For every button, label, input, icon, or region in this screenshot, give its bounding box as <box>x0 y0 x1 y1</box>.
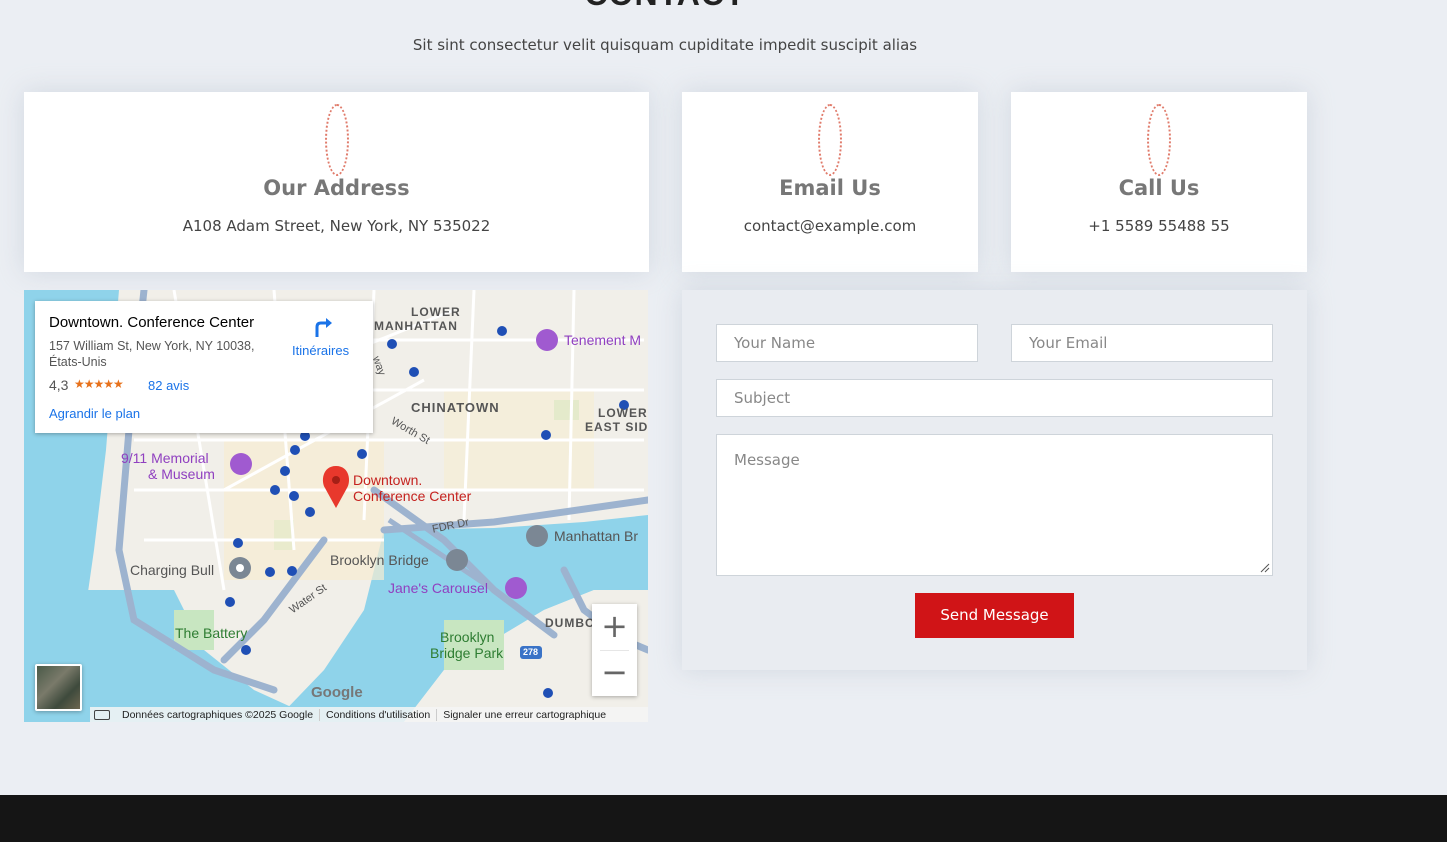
section-title: CONTACT <box>0 0 1330 13</box>
keyboard-icon[interactable] <box>94 709 110 720</box>
map-pin-icon <box>324 104 349 176</box>
rating-stars-icon: ★★★★★ <box>74 377 124 391</box>
contact-form: Your Name Your Email Subject Message Sen… <box>682 290 1307 670</box>
map-report-link[interactable]: Signaler une erreur cartographique <box>437 709 612 721</box>
enlarge-map-link[interactable]: Agrandir le plan <box>49 406 140 421</box>
zoom-out-button[interactable]: − <box>592 650 637 695</box>
map-label-janes-carousel: Jane's Carousel <box>388 580 488 596</box>
map-place-card: Downtown. Conference Center 157 William … <box>35 301 373 433</box>
map-label-the-battery: The Battery <box>175 625 248 641</box>
map-marker-label-2[interactable]: Conference Center <box>353 488 471 504</box>
map-label-911-museum: & Museum <box>148 466 215 482</box>
map-label-lower-east-2: EAST SID <box>585 420 648 434</box>
zoom-controls: + − <box>592 604 637 696</box>
map-marker-label[interactable]: Downtown. <box>353 472 422 488</box>
map-label-lower-manhattan: LOWER <box>411 305 461 319</box>
map-footer: Données cartographiques ©2025 Google Con… <box>90 707 648 722</box>
map-label-manhattan-bridge: Manhattan Br <box>554 528 639 544</box>
send-message-button[interactable]: Send Message <box>915 593 1074 638</box>
map-label-lower-east: LOWER <box>598 406 648 420</box>
email-info-box: Email Us contact@example.com <box>682 92 978 272</box>
email-input[interactable]: Your Email <box>1011 324 1273 362</box>
map-label-tenement: Tenement M <box>564 332 642 348</box>
phone-title: Call Us <box>1118 176 1200 200</box>
map-label-brooklyn-bridge: Brooklyn Bridge <box>330 552 429 568</box>
phone-info-box: Call Us +1 5589 55488 55 <box>1011 92 1307 272</box>
address-info-box: Our Address A108 Adam Street, New York, … <box>24 92 649 272</box>
satellite-toggle-button[interactable] <box>35 664 82 711</box>
google-logo: Google <box>311 684 363 701</box>
place-rating: 4,3 <box>49 377 69 393</box>
address-title: Our Address <box>263 176 410 200</box>
map-label-911-memorial: 9/11 Memorial <box>121 450 209 466</box>
email-title: Email Us <box>779 176 881 200</box>
email-value: contact@example.com <box>743 217 917 235</box>
directions-link[interactable]: Itinéraires <box>292 343 349 358</box>
phone-icon <box>1147 104 1171 176</box>
phone-value: +1 5589 55488 55 <box>1088 217 1230 235</box>
directions-icon[interactable] <box>311 315 335 339</box>
map-label-brooklyn-park-2: Bridge Park <box>430 645 504 661</box>
map-label-dumbo: DUMBO <box>545 616 596 630</box>
map-terms-link[interactable]: Conditions d'utilisation <box>320 708 438 721</box>
zoom-in-button[interactable]: + <box>592 604 637 649</box>
resize-grip-icon[interactable] <box>1260 563 1270 573</box>
reviews-link[interactable]: 82 avis <box>148 378 189 393</box>
message-textarea[interactable]: Message <box>716 434 1273 576</box>
map-label-lower-manhattan-2: MANHATTAN <box>374 319 458 333</box>
page-footer <box>0 795 1447 842</box>
embedded-map[interactable]: LOWER MANHATTAN Tenement M CHINATOWN LOW… <box>24 290 648 722</box>
address-value: A108 Adam Street, New York, NY 535022 <box>182 217 491 235</box>
map-label-brooklyn-park: Brooklyn <box>440 629 495 645</box>
name-input[interactable]: Your Name <box>716 324 978 362</box>
message-placeholder: Message <box>734 451 800 469</box>
map-route-278: 278 <box>523 647 539 657</box>
map-label-chinatown: CHINATOWN <box>411 400 500 415</box>
envelope-icon <box>818 104 842 176</box>
section-subtitle: Sit sint consectetur velit quisquam cupi… <box>412 36 918 54</box>
place-address: 157 William St, New York, NY 10038, État… <box>49 339 255 369</box>
map-data-attribution: Données cartographiques ©2025 Google <box>116 708 321 721</box>
place-name: Downtown. Conference Center <box>49 314 255 331</box>
subject-input[interactable]: Subject <box>716 379 1273 417</box>
map-label-charging-bull: Charging Bull <box>130 562 215 578</box>
